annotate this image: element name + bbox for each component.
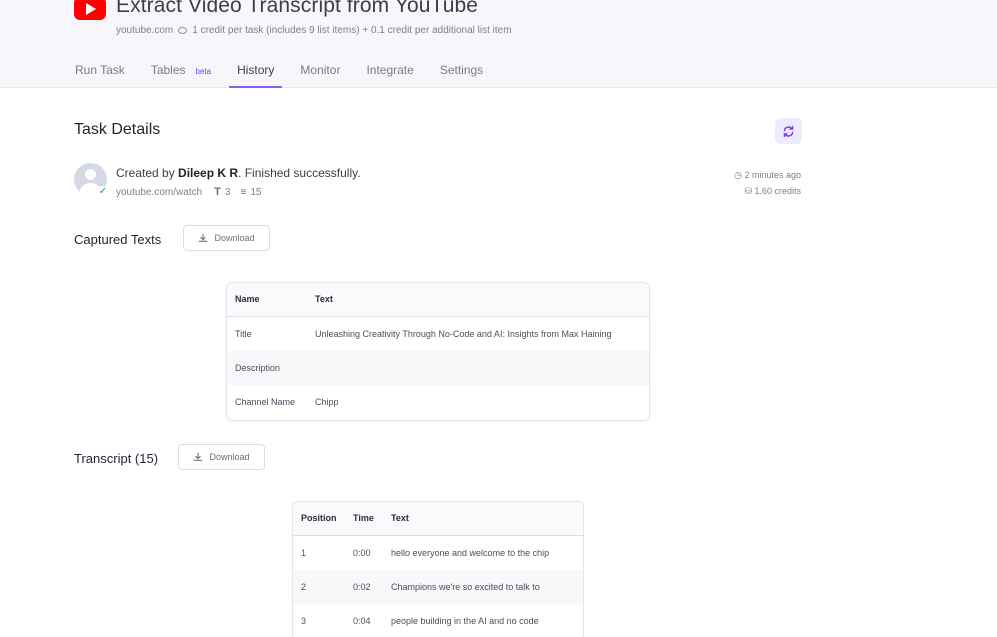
download-icon <box>199 233 208 242</box>
task-subtitle: youtube.com 1 credit per task (includes … <box>116 25 512 36</box>
table-row: Channel Name Chipp <box>235 397 339 408</box>
column-header-text: Text <box>307 283 649 317</box>
tab-bar: Run Task Tables beta History Monitor Inte… <box>75 63 509 88</box>
column-header-name: Name <box>227 283 307 317</box>
success-check-icon: ✓ <box>97 186 109 198</box>
beta-badge: beta <box>195 67 212 76</box>
task-details-heading: Task Details <box>74 121 161 138</box>
captured-download-button[interactable]: Download <box>183 225 270 251</box>
credits-used: ⛁ 1.60 credits <box>744 186 801 196</box>
list-count-icon: ≡ <box>240 186 247 198</box>
column-header-text: Text <box>383 502 583 536</box>
list-count: 15 <box>250 186 262 198</box>
column-header-time: Time <box>345 502 383 536</box>
page-title: Extract Video Transcript from YouTube <box>116 0 479 17</box>
task-url[interactable]: youtube.com/watch <box>116 187 202 198</box>
pricing-text: 1 credit per task (includes 9 list items… <box>192 25 512 36</box>
time-ago: ◷ 2 minutes ago <box>734 170 801 180</box>
tab-monitor[interactable]: Monitor <box>300 63 340 86</box>
credits-icon <box>178 27 188 34</box>
transcript-heading: Transcript (15) <box>74 451 159 466</box>
transcript-download-button[interactable]: Download <box>178 444 265 470</box>
text-count: 3 <box>224 186 231 198</box>
transcript-table: Position Time Text 1 0:00 hello everyone… <box>292 501 584 637</box>
tab-tables[interactable]: Tables beta <box>151 63 211 86</box>
captured-texts-heading: Captured Texts <box>74 232 162 247</box>
table-row: 3 0:04 people building in the AI and no … <box>301 616 539 627</box>
task-meta: youtube.com/watch T 3 ≡ 15 <box>116 186 261 198</box>
table-row: Title Unleashing Creativity Through No-C… <box>235 328 612 339</box>
tab-run-task[interactable]: Run Task <box>75 63 125 86</box>
download-icon <box>194 452 203 461</box>
table-row: 2 0:02 Champions we're so excited to tal… <box>293 569 583 604</box>
youtube-logo-icon <box>74 0 106 20</box>
domain-text: youtube.com <box>116 25 174 36</box>
refresh-button[interactable] <box>775 118 802 144</box>
text-count-icon: T <box>214 186 221 198</box>
refresh-icon <box>783 125 794 137</box>
table-row: 1 0:00 hello everyone and welcome to the… <box>301 547 550 558</box>
tab-settings[interactable]: Settings <box>440 63 483 86</box>
task-header: Extract Video Transcript from YouTube yo… <box>0 0 997 88</box>
column-header-position: Position <box>293 502 345 536</box>
table-row: Description <box>227 350 649 385</box>
tab-history[interactable]: History <box>229 63 283 88</box>
captured-texts-table: Name Text Title Unleashing Creativity Th… <box>226 282 650 421</box>
created-by-text: Created by Dileep K R. Finished successf… <box>116 166 361 180</box>
tab-integrate[interactable]: Integrate <box>366 63 413 86</box>
credits-icon-small: ⛁ <box>744 186 755 196</box>
user-name: Dileep K R <box>178 166 239 180</box>
clock-icon: ◷ <box>734 170 745 180</box>
